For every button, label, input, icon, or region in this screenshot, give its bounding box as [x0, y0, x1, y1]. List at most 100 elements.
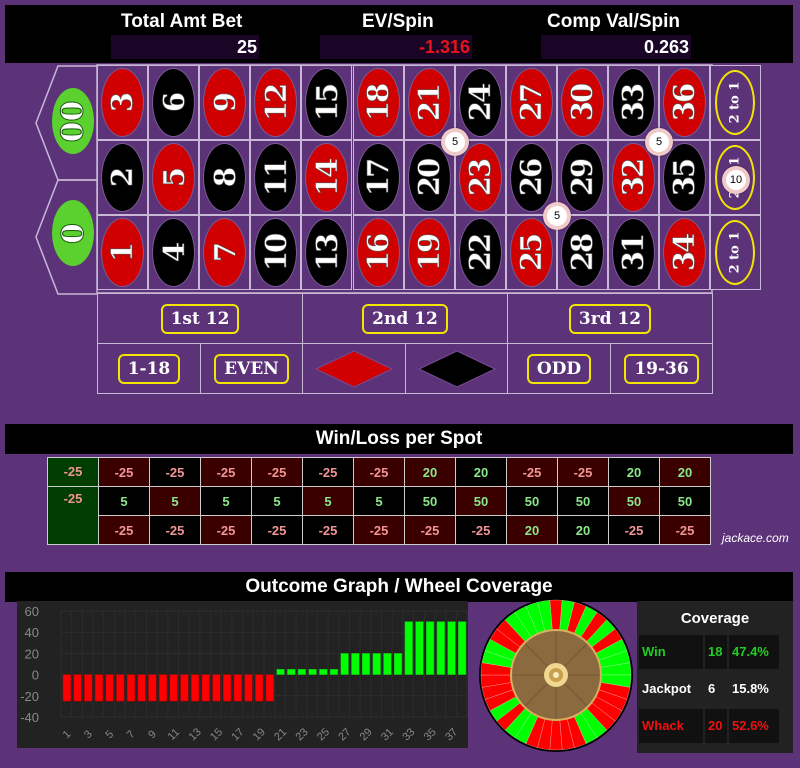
- bet-spot-19[interactable]: 19: [403, 215, 455, 290]
- chip-value: 10: [726, 170, 746, 190]
- number-oval: 6: [152, 68, 196, 137]
- number-label: 1: [105, 243, 140, 262]
- total-amt-bet-label: Total Amt Bet: [121, 11, 243, 32]
- winloss-cell: 20: [659, 457, 711, 487]
- number-oval: 11: [254, 143, 298, 212]
- outcome-bar: [148, 674, 157, 702]
- bet-spot-30[interactable]: 30: [556, 65, 608, 140]
- outcome-bar: [158, 674, 168, 702]
- winloss-cell: -25: [149, 457, 201, 487]
- outcome-bar: [383, 653, 392, 675]
- number-oval: 21: [407, 68, 451, 137]
- coverage-label: Jackpot: [639, 672, 703, 706]
- bet-spot-7[interactable]: 7: [199, 215, 251, 290]
- winloss-cell: -25: [659, 515, 711, 545]
- dozen-2nd-12[interactable]: 2nd 12: [302, 293, 508, 344]
- bet-spot-2[interactable]: 2: [97, 140, 148, 215]
- coverage-label: Win: [639, 635, 703, 669]
- number-label: 28: [565, 234, 600, 271]
- coverage-row: Win 18 47.4%: [639, 635, 781, 669]
- winloss-cell: 50: [608, 486, 660, 516]
- number-label: 13: [309, 234, 345, 271]
- bet-black[interactable]: [405, 343, 508, 394]
- bet-spot-27[interactable]: 27: [505, 65, 557, 140]
- bet-spot-9[interactable]: 9: [199, 65, 251, 140]
- bet-1-18[interactable]: 1-18: [97, 343, 201, 394]
- bet-spot-36[interactable]: 36: [659, 65, 711, 140]
- bet-spot-6[interactable]: 6: [148, 65, 200, 140]
- column-bet-bottom[interactable]: 2 to 1: [710, 215, 761, 290]
- y-tick-label: -20: [20, 689, 39, 704]
- number-label: 4: [156, 243, 191, 262]
- number-oval: 36: [663, 68, 707, 137]
- bet-odd[interactable]: ODD: [507, 343, 611, 394]
- outcome-bar: [340, 653, 349, 675]
- outcome-bar: [169, 674, 178, 702]
- bet-spot-8[interactable]: 8: [199, 140, 251, 215]
- x-tick-label: 13: [187, 726, 204, 743]
- winloss-cell-0: -25: [47, 486, 99, 545]
- number-label: 24: [463, 84, 498, 121]
- bet-spot-21[interactable]: 21: [403, 65, 455, 140]
- bet-red[interactable]: [302, 343, 406, 394]
- bet-spot-13[interactable]: 13: [301, 215, 353, 290]
- outcome-bar: [436, 621, 445, 675]
- stats-header: Total Amt Bet 25 EV/Spin -1.316 Comp Val…: [5, 5, 793, 63]
- number-oval: 35: [663, 143, 707, 212]
- x-tick-label: 9: [146, 728, 159, 741]
- dozen-label: 3rd 12: [568, 303, 652, 334]
- y-tick-label: 40: [25, 625, 39, 640]
- number-label: 16: [360, 234, 396, 271]
- x-tick-label: 1: [61, 728, 74, 741]
- number-label: 20: [412, 159, 447, 196]
- outcome-bar: [223, 674, 232, 702]
- brand-link[interactable]: jackace.com: [722, 531, 789, 545]
- bet-even[interactable]: EVEN: [200, 343, 303, 394]
- bet-spot-17[interactable]: 17: [352, 140, 404, 215]
- dozen-3rd-12[interactable]: 3rd 12: [507, 293, 713, 344]
- bet-chip[interactable]: 5: [645, 128, 673, 156]
- winloss-cell: 20: [404, 457, 456, 487]
- bet-label: 1-18: [117, 353, 181, 384]
- x-tick-label: 27: [336, 726, 353, 743]
- number-label: 5: [156, 168, 191, 187]
- bet-spot-15[interactable]: 15: [301, 65, 353, 140]
- bet-spot-34[interactable]: 34: [659, 215, 711, 290]
- winloss-cell: 5: [353, 486, 405, 516]
- bet-spot-24[interactable]: 24: [454, 65, 506, 140]
- bet-spot-31[interactable]: 31: [608, 215, 659, 290]
- column-bet-label: 2 to 1: [727, 81, 743, 124]
- outcome-bar: [372, 653, 381, 675]
- bet-spot-10[interactable]: 10: [250, 215, 302, 290]
- coverage-pct: 15.8%: [729, 672, 779, 706]
- number-label: 23: [463, 159, 498, 196]
- bet-spot-1[interactable]: 1: [97, 215, 148, 290]
- column-bet-top[interactable]: 2 to 1: [710, 65, 761, 140]
- outcome-bar: [233, 674, 242, 702]
- bet-spot-16[interactable]: 16: [352, 215, 404, 290]
- bet-chip[interactable]: 5: [441, 128, 469, 156]
- outcome-bar: [415, 621, 424, 675]
- dozen-1st-12[interactable]: 1st 12: [97, 293, 303, 344]
- bet-spot-4[interactable]: 4: [148, 215, 200, 290]
- bet-spot-14[interactable]: 14: [301, 140, 353, 215]
- outcome-bar: [404, 621, 413, 675]
- bet-spot-5[interactable]: 5: [148, 140, 200, 215]
- outcome-bar: [73, 674, 82, 702]
- outcome-bar: [105, 674, 114, 702]
- outcome-bar: [351, 653, 360, 675]
- y-tick-label: -40: [20, 710, 39, 725]
- bet-chip[interactable]: 10: [722, 166, 750, 194]
- bet-spot-22[interactable]: 22: [454, 215, 506, 290]
- bet-spot-18[interactable]: 18: [352, 65, 404, 140]
- table-row: -25 5 5 5 5 5 5 50 50 50 50 50 50: [47, 486, 711, 545]
- bet-label: 19-36: [624, 353, 699, 384]
- bet-19-36[interactable]: 19-36: [610, 343, 713, 394]
- coverage-pct: 47.4%: [729, 635, 779, 669]
- bet-spot-12[interactable]: 12: [250, 65, 302, 140]
- bet-spot-00[interactable]: 00: [52, 88, 94, 154]
- bet-chip[interactable]: 5: [543, 202, 571, 230]
- bet-spot-0[interactable]: 0: [52, 200, 94, 266]
- bet-spot-11[interactable]: 11: [250, 140, 302, 215]
- bet-spot-3[interactable]: 3: [97, 65, 148, 140]
